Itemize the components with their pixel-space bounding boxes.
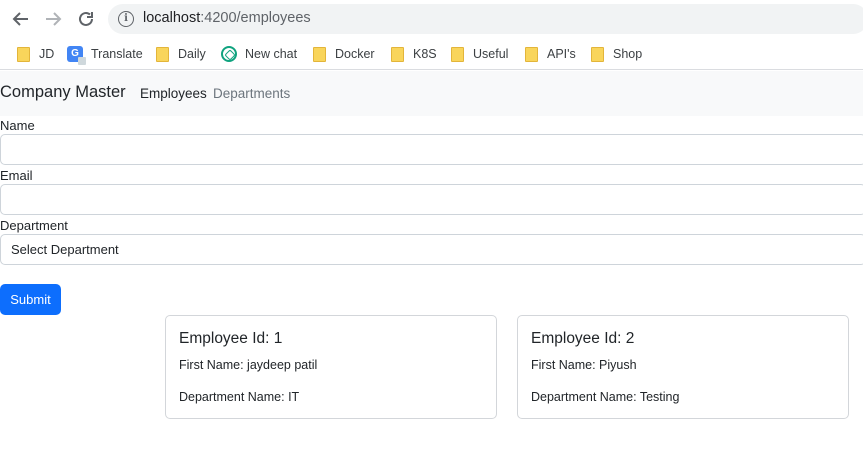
- bookmark-label: API's: [547, 47, 576, 61]
- employee-card: Employee Id: 1 First Name: jaydeep patil…: [165, 315, 497, 419]
- email-label: Email: [0, 168, 33, 183]
- folder-icon: [391, 46, 404, 62]
- employee-first-name: First Name: jaydeep patil: [179, 358, 318, 372]
- department-label: Department: [0, 218, 68, 233]
- employee-id: Employee Id: 2: [531, 330, 635, 347]
- bookmark-apis[interactable]: API's: [525, 43, 576, 65]
- back-button[interactable]: [10, 8, 32, 30]
- nav-link-departments[interactable]: Departments: [213, 86, 290, 101]
- folder-icon: [17, 46, 30, 62]
- bookmark-label: JD: [39, 47, 55, 61]
- bookmark-docker[interactable]: Docker: [313, 43, 375, 65]
- employee-first-name: First Name: Piyush: [531, 358, 637, 372]
- reload-icon: [79, 11, 93, 26]
- department-selected-value: Select Department: [11, 242, 119, 257]
- bookmark-label: K8S: [413, 47, 437, 61]
- reload-button[interactable]: [75, 8, 97, 30]
- employee-id: Employee Id: 1: [179, 330, 283, 347]
- folder-icon: [525, 46, 538, 62]
- employee-department: Department Name: IT: [179, 390, 300, 404]
- bookmark-shop[interactable]: Shop: [591, 43, 642, 65]
- bookmark-label: Daily: [178, 47, 206, 61]
- bookmark-label: New chat: [245, 47, 298, 61]
- nav-link-employees[interactable]: Employees: [140, 86, 207, 101]
- site-info-icon[interactable]: i: [118, 11, 134, 27]
- bookmark-useful[interactable]: Useful: [451, 43, 508, 65]
- name-input[interactable]: [0, 134, 863, 165]
- app-navbar: Company Master Employees Departments: [0, 71, 863, 116]
- bookmark-translate[interactable]: G Translate: [67, 43, 143, 65]
- folder-icon: [451, 46, 464, 62]
- bookmark-label: Translate: [91, 47, 143, 61]
- name-label: Name: [0, 118, 35, 133]
- department-select[interactable]: Select Department: [0, 234, 863, 265]
- chatgpt-icon: [221, 46, 237, 62]
- employee-card: Employee Id: 2 First Name: Piyush Depart…: [517, 315, 849, 419]
- forward-arrow-icon: [46, 12, 62, 26]
- bookmarks-bar: JD G Translate Daily New chat Docker K8S …: [0, 38, 863, 70]
- bookmark-daily[interactable]: Daily: [156, 43, 206, 65]
- bookmark-k8s[interactable]: K8S: [391, 43, 437, 65]
- folder-icon: [156, 46, 169, 62]
- bookmark-jd[interactable]: JD: [17, 43, 54, 65]
- folder-icon: [313, 46, 326, 62]
- submit-button[interactable]: Submit: [0, 284, 61, 315]
- address-bar[interactable]: i localhost:4200/employees: [108, 4, 863, 34]
- bookmark-label: Docker: [335, 47, 375, 61]
- bookmark-new-chat[interactable]: New chat: [221, 43, 297, 65]
- url-text: localhost:4200/employees: [143, 10, 311, 26]
- google-translate-icon: G: [67, 46, 86, 65]
- back-arrow-icon: [12, 12, 28, 26]
- brand-link[interactable]: Company Master: [0, 83, 126, 102]
- url-path: :4200/employees: [200, 10, 311, 26]
- browser-toolbar: i localhost:4200/employees: [0, 0, 863, 38]
- employee-department: Department Name: Testing: [531, 390, 680, 404]
- folder-icon: [591, 46, 604, 62]
- url-host: localhost: [143, 10, 201, 26]
- bookmark-label: Useful: [473, 47, 509, 61]
- email-input[interactable]: [0, 184, 863, 215]
- forward-button[interactable]: [42, 8, 64, 30]
- bookmark-label: Shop: [613, 47, 643, 61]
